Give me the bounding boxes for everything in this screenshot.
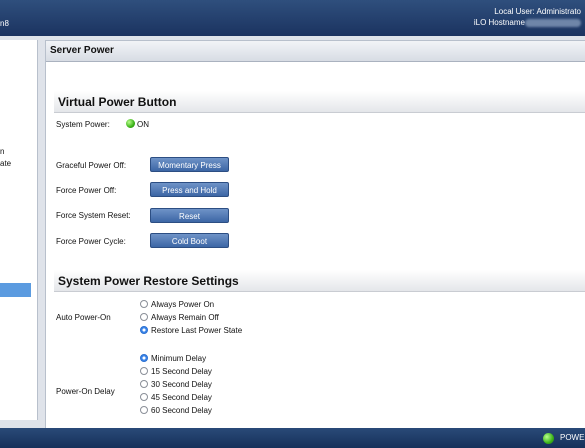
radio-button[interactable] <box>140 366 148 375</box>
radio-button-selected[interactable] <box>140 353 148 362</box>
radio-button[interactable] <box>140 312 148 321</box>
radio-60-second-delay[interactable]: 60 Second Delay <box>140 405 212 416</box>
server-power-panel: Server Power Virtual Power Button System… <box>45 40 585 430</box>
power-on-delay-label: Power-On Delay <box>56 387 115 396</box>
radio-button[interactable] <box>140 379 148 388</box>
page-title: Server Power <box>50 45 114 56</box>
radio-always-remain-off[interactable]: Always Remain Off <box>140 312 219 323</box>
radio-restore-last-power-state[interactable]: Restore Last Power State <box>140 325 242 336</box>
sidebar-item-fragment-1[interactable]: n <box>0 147 4 156</box>
radio-button[interactable] <box>140 405 148 414</box>
radio-button[interactable] <box>140 392 148 401</box>
ilo-hostname-info: iLO Hostname <box>474 18 581 27</box>
cold-boot-button[interactable]: Cold Boot <box>150 233 229 248</box>
power-led-icon[interactable] <box>543 433 554 444</box>
radio-15-second-delay[interactable]: 15 Second Delay <box>140 366 212 377</box>
reset-button[interactable]: Reset <box>150 208 229 223</box>
radio-minimum-delay[interactable]: Minimum Delay <box>140 353 206 364</box>
bottom-status-bar: POWE <box>0 428 585 448</box>
graceful-power-off-label: Graceful Power Off: <box>56 161 127 170</box>
radio-45-second-delay[interactable]: 45 Second Delay <box>140 392 212 403</box>
hostname-redacted <box>525 18 581 27</box>
panel-header: Server Power <box>46 41 585 62</box>
virtual-power-button-heading: Virtual Power Button <box>54 91 585 113</box>
radio-always-power-on[interactable]: Always Power On <box>140 299 214 310</box>
navigation-sidebar: n ate <box>0 40 38 420</box>
sidebar-item-selected[interactable] <box>0 283 31 297</box>
sidebar-item-fragment-2[interactable]: ate <box>0 159 11 168</box>
system-power-label: System Power: <box>56 120 110 129</box>
product-title: n8 <box>0 19 9 28</box>
system-power-status: ON <box>137 120 149 129</box>
power-status-led-icon <box>126 119 135 128</box>
radio-30-second-delay[interactable]: 30 Second Delay <box>140 379 212 390</box>
radio-button[interactable] <box>140 299 148 308</box>
force-power-cycle-label: Force Power Cycle: <box>56 237 126 246</box>
auto-power-on-label: Auto Power-On <box>56 313 111 322</box>
force-system-reset-label: Force System Reset: <box>56 211 131 220</box>
local-user-info: Local User: Administrato <box>494 7 581 16</box>
power-status-label[interactable]: POWE <box>560 433 584 442</box>
ilo-hostname-label: iLO Hostname <box>473 18 525 27</box>
momentary-press-button[interactable]: Momentary Press <box>150 157 229 172</box>
press-and-hold-button[interactable]: Press and Hold <box>150 182 229 197</box>
power-restore-settings-heading: System Power Restore Settings <box>54 270 585 292</box>
top-banner: n8 Local User: Administrato iLO Hostname <box>0 0 585 36</box>
force-power-off-label: Force Power Off: <box>56 186 117 195</box>
radio-button-selected[interactable] <box>140 325 148 334</box>
